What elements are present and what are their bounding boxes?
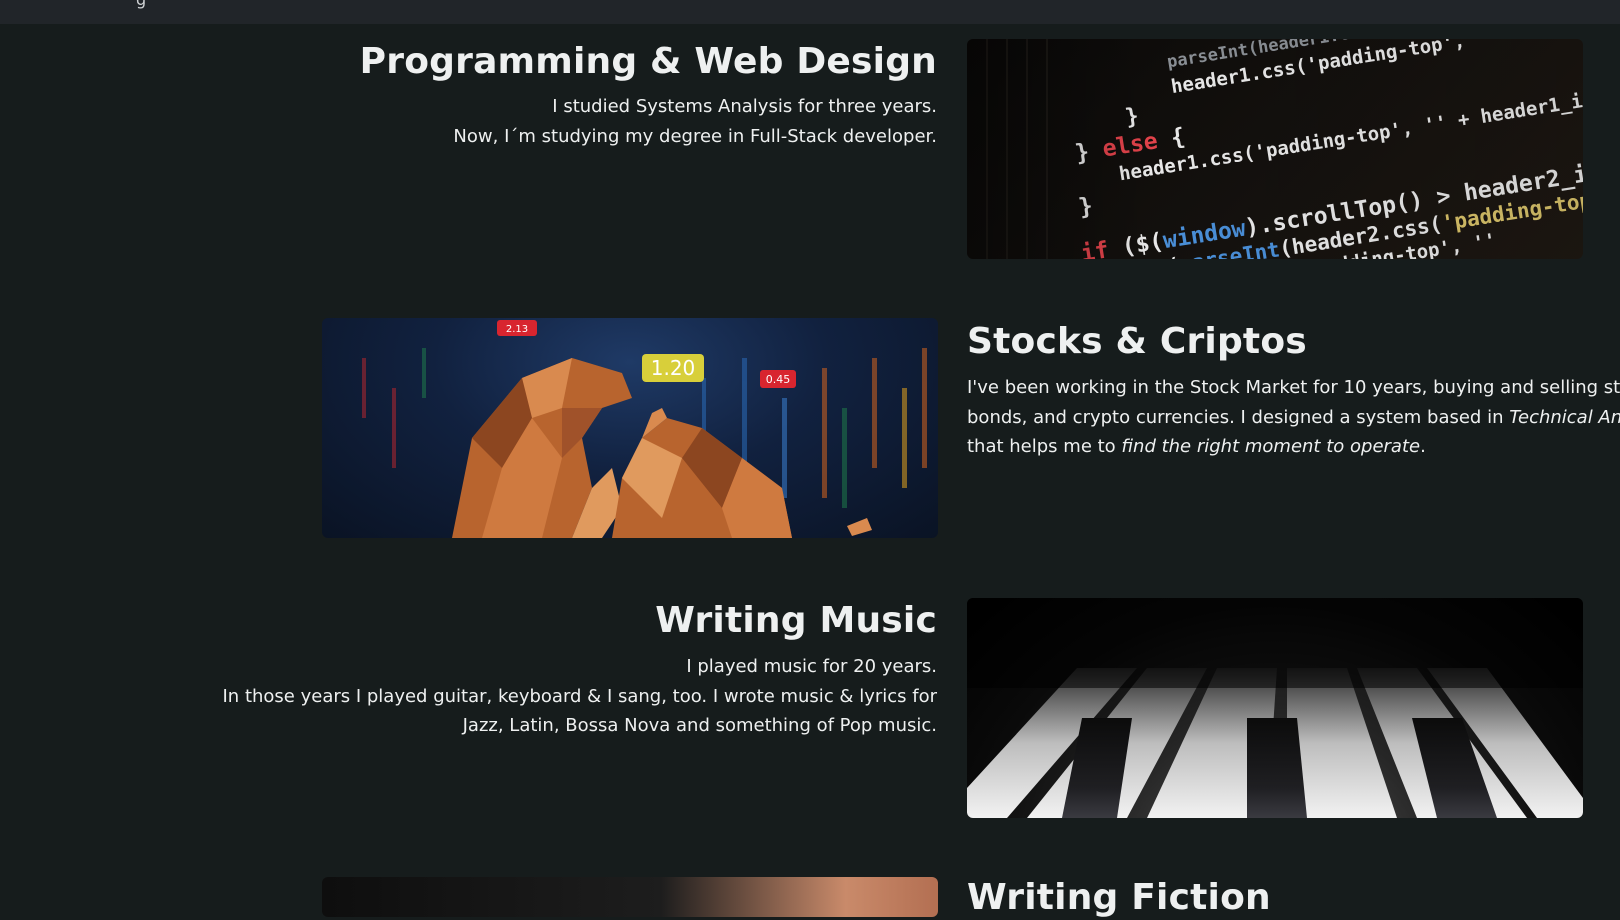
section-text: I've been working in the Stock Market fo… [967, 377, 1620, 398]
section-music: Writing Music I played music for 20 year… [137, 599, 938, 741]
section-title: Writing Fiction [967, 877, 1271, 918]
bear-figure [452, 358, 632, 538]
fiction-image [322, 877, 938, 917]
section-fiction: Writing Fiction [967, 876, 1567, 920]
section-text: Jazz, Latin, Bossa Nova and something of… [462, 715, 937, 736]
section-text: I played music for 20 years. [686, 656, 937, 677]
section-stocks: Stocks & Criptos I've been working in th… [967, 320, 1620, 462]
section-title: Stocks & Criptos [967, 321, 1307, 362]
nav-brand[interactable]: g [136, 0, 146, 9]
bull-bear-image: 1.20 0.45 2.13 [322, 318, 938, 538]
section-text: In those years I played guitar, keyboard… [222, 685, 938, 707]
section-text: that helps me to find the right moment t… [967, 436, 1426, 457]
section-title: Writing Music [655, 600, 937, 641]
section-programming: Programming & Web Design I studied Syste… [137, 40, 937, 151]
section-text: I studied Systems Analysis for three yea… [552, 96, 937, 117]
price-badge: 2.13 [506, 324, 528, 335]
navbar: g [0, 0, 1620, 24]
piano-keys-image [967, 598, 1583, 818]
price-badge: 0.45 [766, 373, 791, 386]
section-text: bonds, and crypto currencies. I designed… [967, 406, 1620, 428]
price-badge: 1.20 [651, 356, 696, 380]
code-screen-image: parseInt(header1.css('padding-top'), 10)… [967, 39, 1583, 259]
section-title: Programming & Web Design [359, 41, 937, 82]
section-text: Now, I´m studying my degree in Full-Stac… [453, 125, 937, 147]
